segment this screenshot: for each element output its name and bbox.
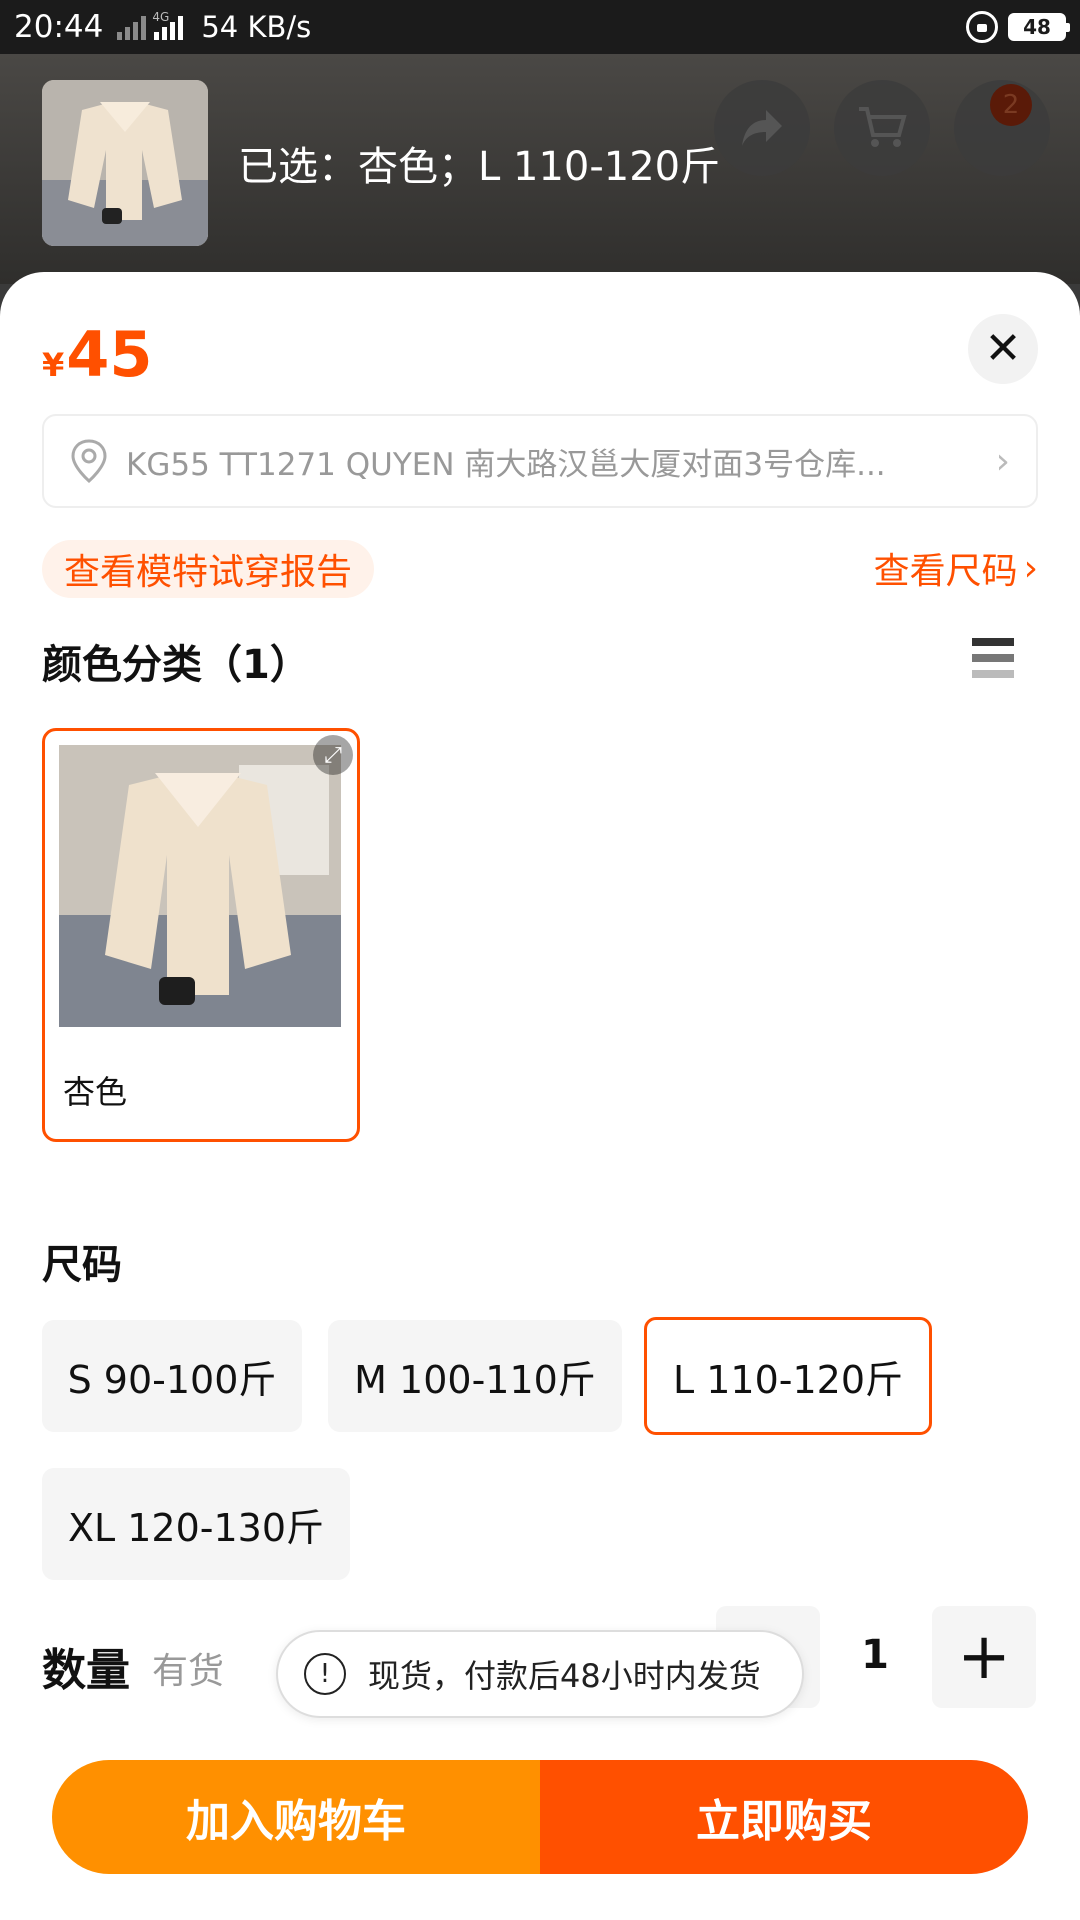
sku-header: 已选：杏色；L 110-120斤 [42, 80, 720, 246]
size-option-m[interactable]: M 100-110斤 [328, 1320, 622, 1432]
size-option-l[interactable]: L 110-120斤 [644, 1317, 932, 1435]
selected-sku-text: 已选：杏色；L 110-120斤 [238, 144, 721, 190]
chevron-right-icon: › [1023, 547, 1038, 589]
size-chart-link[interactable]: 查看尺码 › [874, 542, 1038, 594]
price-amount: 45 [66, 318, 153, 391]
location-pin-icon [71, 439, 107, 483]
signal-icon-sim1 [117, 14, 147, 40]
quantity-value[interactable]: 1 [840, 1632, 910, 1678]
chevron-right-icon: › [995, 440, 1010, 482]
action-buttons: 加入购物车 立即购买 [52, 1760, 1028, 1874]
stock-status: 有货 [152, 1651, 225, 1692]
color-option-card[interactable]: ⤢ 杏色 [42, 728, 360, 1142]
color-option-image [59, 745, 341, 1027]
size-option-xl[interactable]: XL 120-130斤 [42, 1468, 350, 1580]
delivery-address[interactable]: KG55 TT1271 QUYEN 南大路汉邕大厦对面3号仓库... › [42, 414, 1038, 508]
network-type-label: 4G [152, 10, 170, 24]
model-report-link[interactable]: 查看模特试穿报告 [42, 540, 375, 598]
size-option-s[interactable]: S 90-100斤 [42, 1320, 302, 1432]
signal-icon-sim2: 4G [152, 10, 184, 40]
warning-icon: ! [304, 1653, 346, 1695]
expand-icon[interactable]: ⤢ [313, 735, 353, 775]
plus-icon: + [957, 1620, 1011, 1694]
size-chart-label: 查看尺码 [873, 551, 1018, 592]
cart-count-badge: 2 [990, 84, 1032, 126]
price: ¥ 45 [42, 318, 153, 391]
battery-icon: 48 [1008, 13, 1070, 41]
add-to-cart-button[interactable]: 加入购物车 [52, 1760, 540, 1874]
quantity-increase-button[interactable]: + [932, 1606, 1036, 1708]
network-speed: 54 KB/s [201, 10, 312, 44]
size-section-title: 尺码 [42, 1242, 122, 1288]
share-icon [714, 80, 810, 176]
toast-text: 现货，付款后48小时内发货 [368, 1657, 761, 1695]
color-option-label: 杏色 [63, 1073, 128, 1111]
buy-now-button[interactable]: 立即购买 [540, 1760, 1028, 1874]
list-view-toggle-icon[interactable] [972, 638, 1014, 678]
quantity-label: 数量 [42, 1645, 130, 1696]
status-time: 20:44 [14, 9, 104, 45]
shipping-toast: ! 现货，付款后48小时内发货 [276, 1630, 804, 1718]
sku-sheet: ¥ 45 ✕ KG55 TT1271 QUYEN 南大路汉邕大厦对面3号仓库..… [0, 272, 1080, 1920]
price-currency: ¥ [42, 346, 65, 384]
color-section-title: 颜色分类（1） [42, 642, 310, 688]
cart-icon [834, 80, 930, 176]
product-thumbnail[interactable] [42, 80, 208, 246]
address-text: KG55 TT1271 QUYEN 南大路汉邕大厦对面3号仓库... [126, 446, 886, 483]
rotation-lock-icon [966, 11, 998, 43]
status-bar: 20:44 4G 54 KB/s 48 [0, 0, 1080, 54]
close-button[interactable]: ✕ [968, 314, 1038, 384]
close-icon: ✕ [984, 323, 1022, 374]
